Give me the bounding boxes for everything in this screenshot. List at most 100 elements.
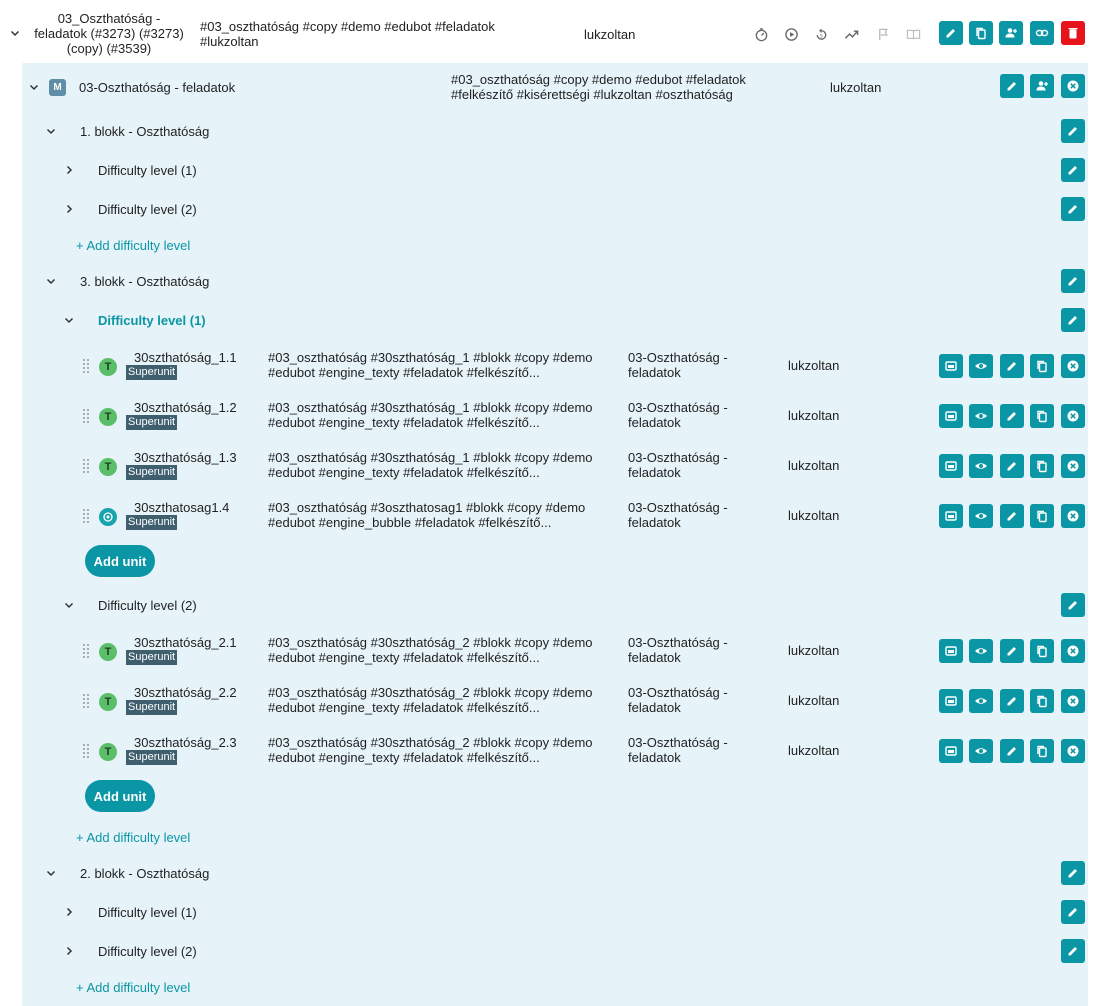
unit-name[interactable]: 30szthatóság_2.3 bbox=[134, 735, 237, 750]
chevron-down-icon[interactable] bbox=[62, 598, 76, 612]
copy-unit-button[interactable] bbox=[1030, 404, 1054, 428]
preview-unit-button[interactable] bbox=[939, 739, 963, 763]
chevron-right-icon[interactable] bbox=[62, 944, 76, 958]
edit-unit-button[interactable] bbox=[1000, 354, 1024, 378]
edit-level-button[interactable] bbox=[1061, 308, 1085, 332]
drag-handle-icon[interactable] bbox=[82, 408, 90, 426]
copy-unit-button[interactable] bbox=[1030, 354, 1054, 378]
edit-level-button[interactable] bbox=[1061, 197, 1085, 221]
link-course-button[interactable] bbox=[1030, 21, 1054, 45]
difficulty-level-title[interactable]: Difficulty level (1) bbox=[98, 163, 197, 178]
view-unit-button[interactable] bbox=[969, 454, 993, 478]
bubble-engine-icon bbox=[99, 508, 117, 526]
edit-unit-button[interactable] bbox=[1000, 739, 1024, 763]
preview-unit-button[interactable] bbox=[939, 454, 963, 478]
unit-name[interactable]: 30szthatóság_2.2 bbox=[134, 685, 237, 700]
unit-name[interactable]: 30szthatóság_1.3 bbox=[134, 450, 237, 465]
module-title[interactable]: 03-Oszthatóság - feladatok bbox=[79, 80, 235, 95]
view-unit-button[interactable] bbox=[969, 639, 993, 663]
copy-icon bbox=[1037, 410, 1047, 423]
chevron-down-icon[interactable] bbox=[44, 124, 58, 138]
drag-handle-icon[interactable] bbox=[82, 693, 90, 711]
edit-unit-button[interactable] bbox=[1000, 689, 1024, 713]
copy-unit-button[interactable] bbox=[1030, 454, 1054, 478]
chevron-right-icon[interactable] bbox=[62, 163, 76, 177]
chevron-down-icon[interactable] bbox=[62, 313, 76, 327]
unit-module: 03-Oszthatóság - feladatok bbox=[628, 735, 728, 765]
chevron-down-icon[interactable] bbox=[8, 26, 22, 40]
preview-unit-button[interactable] bbox=[939, 354, 963, 378]
preview-unit-button[interactable] bbox=[939, 404, 963, 428]
edit-block-button[interactable] bbox=[1061, 861, 1085, 885]
remove-unit-button[interactable] bbox=[1061, 639, 1085, 663]
difficulty-level-title[interactable]: Difficulty level (2) bbox=[98, 598, 197, 613]
drag-handle-icon[interactable] bbox=[82, 458, 90, 476]
unit-name[interactable]: 30szthatóság_2.1 bbox=[134, 635, 237, 650]
edit-unit-button[interactable] bbox=[1000, 639, 1024, 663]
remove-unit-button[interactable] bbox=[1061, 689, 1085, 713]
drag-handle-icon[interactable] bbox=[82, 643, 90, 661]
chevron-right-icon[interactable] bbox=[62, 202, 76, 216]
block-title[interactable]: 1. blokk - Oszthatóság bbox=[80, 124, 209, 139]
edit-level-button[interactable] bbox=[1061, 158, 1085, 182]
chevron-down-icon[interactable] bbox=[27, 80, 41, 94]
preview-unit-button[interactable] bbox=[939, 504, 963, 528]
unit-name[interactable]: 30szthatóság_1.2 bbox=[134, 400, 237, 415]
remove-module-button[interactable] bbox=[1061, 74, 1085, 98]
unit-name[interactable]: 30szthatosag1.4 bbox=[134, 500, 229, 515]
course-title[interactable]: 03_Oszthatóság - feladatok (#3273) (#327… bbox=[30, 11, 188, 56]
add-difficulty-level-link[interactable]: + Add difficulty level bbox=[76, 238, 190, 253]
edit-block-button[interactable] bbox=[1061, 119, 1085, 143]
edit-module-button[interactable] bbox=[1000, 74, 1024, 98]
add-difficulty-level-link[interactable]: + Add difficulty level bbox=[76, 980, 190, 995]
chevron-down-icon[interactable] bbox=[44, 274, 58, 288]
restart-icon[interactable]: 5 bbox=[812, 25, 830, 43]
copy-unit-button[interactable] bbox=[1030, 504, 1054, 528]
copy-unit-button[interactable] bbox=[1030, 639, 1054, 663]
edit-unit-button[interactable] bbox=[1000, 504, 1024, 528]
view-unit-button[interactable] bbox=[969, 504, 993, 528]
block-title[interactable]: 3. blokk - Oszthatóság bbox=[80, 274, 209, 289]
assign-user-module-button[interactable] bbox=[1030, 74, 1054, 98]
trending-up-icon[interactable] bbox=[842, 25, 860, 43]
drag-handle-icon[interactable] bbox=[82, 508, 90, 526]
edit-level-button[interactable] bbox=[1061, 593, 1085, 617]
preview-unit-button[interactable] bbox=[939, 689, 963, 713]
copy-course-button[interactable] bbox=[969, 21, 993, 45]
drag-handle-icon[interactable] bbox=[82, 743, 90, 761]
copy-unit-button[interactable] bbox=[1030, 689, 1054, 713]
copy-unit-button[interactable] bbox=[1030, 739, 1054, 763]
view-unit-button[interactable] bbox=[969, 689, 993, 713]
timer-icon[interactable] bbox=[752, 25, 770, 43]
edit-unit-button[interactable] bbox=[1000, 404, 1024, 428]
preview-unit-button[interactable] bbox=[939, 639, 963, 663]
delete-course-button[interactable] bbox=[1061, 21, 1085, 45]
remove-unit-button[interactable] bbox=[1061, 404, 1085, 428]
drag-handle-icon[interactable] bbox=[82, 358, 90, 376]
assign-user-course-button[interactable] bbox=[999, 21, 1023, 45]
view-unit-button[interactable] bbox=[969, 404, 993, 428]
chevron-down-icon[interactable] bbox=[44, 866, 58, 880]
view-unit-button[interactable] bbox=[969, 739, 993, 763]
remove-unit-button[interactable] bbox=[1061, 454, 1085, 478]
difficulty-level-title[interactable]: Difficulty level (1) bbox=[98, 905, 197, 920]
unit-name[interactable]: 30szthatóság_1.1 bbox=[134, 350, 237, 365]
view-unit-button[interactable] bbox=[969, 354, 993, 378]
add-unit-button[interactable]: Add unit bbox=[85, 545, 155, 577]
play-circle-icon[interactable] bbox=[782, 25, 800, 43]
remove-unit-button[interactable] bbox=[1061, 504, 1085, 528]
edit-unit-button[interactable] bbox=[1000, 454, 1024, 478]
remove-unit-button[interactable] bbox=[1061, 739, 1085, 763]
edit-level-button[interactable] bbox=[1061, 939, 1085, 963]
difficulty-level-title[interactable]: Difficulty level (2) bbox=[98, 202, 197, 217]
difficulty-level-title[interactable]: Difficulty level (2) bbox=[98, 944, 197, 959]
block-title[interactable]: 2. blokk - Oszthatóság bbox=[80, 866, 209, 881]
chevron-right-icon[interactable] bbox=[62, 905, 76, 919]
edit-course-button[interactable] bbox=[939, 21, 963, 45]
edit-level-button[interactable] bbox=[1061, 900, 1085, 924]
edit-block-button[interactable] bbox=[1061, 269, 1085, 293]
remove-unit-button[interactable] bbox=[1061, 354, 1085, 378]
add-difficulty-level-link[interactable]: + Add difficulty level bbox=[76, 830, 190, 845]
add-unit-button[interactable]: Add unit bbox=[85, 780, 155, 812]
difficulty-level-title-active[interactable]: Difficulty level (1) bbox=[98, 313, 206, 328]
